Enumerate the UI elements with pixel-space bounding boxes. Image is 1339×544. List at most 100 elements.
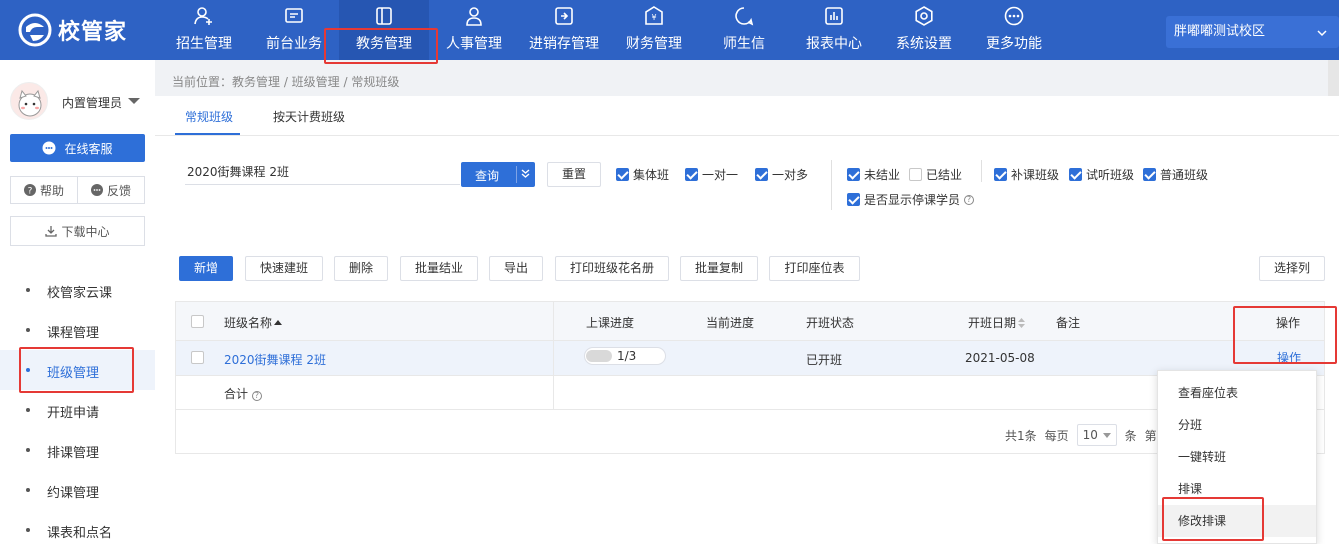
- tab-daily-billing-class[interactable]: 按天计费班级: [273, 108, 345, 125]
- download-center-button[interactable]: 下载中心: [10, 216, 145, 246]
- checkbox[interactable]: [1069, 168, 1082, 181]
- nav-finance[interactable]: ¥ 财务管理: [609, 0, 699, 60]
- campus-name: 胖嘟嘟测试校区: [1174, 24, 1266, 39]
- top-nav-bar: 校管家 招生管理 前台业务 教务管理 人事管理 进销存管理 ¥ 财务管理 师生信…: [0, 0, 1339, 60]
- checkbox[interactable]: [909, 168, 922, 181]
- progress-fill: [586, 350, 612, 362]
- nav-hr[interactable]: 人事管理: [429, 0, 519, 60]
- sort-asc-icon: [274, 320, 283, 325]
- help-icon[interactable]: ?: [251, 391, 262, 401]
- checkbox-unfinished[interactable]: 未结业: [847, 166, 900, 183]
- checkbox-normal-class[interactable]: 普通班级: [1143, 166, 1208, 183]
- checkbox[interactable]: [685, 168, 698, 181]
- checkbox-one-to-one[interactable]: 一对一: [685, 166, 738, 183]
- menu-item-one-click-transfer[interactable]: 一键转班: [1158, 441, 1316, 473]
- header-current-progress: 当前进度: [706, 316, 755, 330]
- checkbox-show-suspended[interactable]: 是否显示停课学员?: [847, 191, 975, 208]
- nav-label: 财务管理: [626, 36, 682, 52]
- checkbox-one-to-many[interactable]: 一对多: [755, 166, 808, 183]
- checkbox[interactable]: [847, 168, 860, 181]
- menu-item-assign-class[interactable]: 分班: [1158, 409, 1316, 441]
- sidebar-item-cloud-class[interactable]: 校管家云课: [0, 270, 155, 310]
- total-row: 合计 ?: [176, 376, 1324, 410]
- sidebar-item-timetable[interactable]: 课表和点名: [0, 510, 155, 544]
- sidebar-item-label: 课程管理: [47, 326, 100, 341]
- checkbox[interactable]: [616, 168, 629, 181]
- total-count: 共1条: [1005, 428, 1037, 443]
- nav-settings[interactable]: 系统设置: [879, 0, 969, 60]
- user-add-icon: [194, 7, 212, 25]
- class-name-link[interactable]: 2020街舞课程 2班: [224, 351, 326, 368]
- reset-button[interactable]: 重置: [547, 162, 601, 187]
- print-roster-button[interactable]: 打印班级花名册: [555, 256, 669, 281]
- help-icon: ?: [23, 184, 36, 196]
- sidebar-item-class-application[interactable]: 开班申请: [0, 390, 155, 430]
- delete-button[interactable]: 删除: [334, 256, 388, 281]
- help-icon[interactable]: ?: [964, 194, 975, 205]
- checkbox-trial-class[interactable]: 试听班级: [1069, 166, 1134, 183]
- checkbox-finished[interactable]: 已结业: [909, 166, 962, 183]
- export-button[interactable]: 导出: [489, 256, 543, 281]
- chevron-down-icon: [1317, 30, 1327, 37]
- avatar: [10, 82, 48, 120]
- sidebar-item-label: 校管家云课: [47, 286, 113, 301]
- user-menu[interactable]: 内置管理员: [10, 82, 150, 122]
- sidebar-item-label: 开班申请: [47, 406, 100, 421]
- menu-item-edit-schedule[interactable]: 修改排课: [1158, 505, 1316, 537]
- sidebar-item-label: 班级管理: [47, 366, 100, 381]
- menu-item-view-seat-chart[interactable]: 查看座位表: [1158, 377, 1316, 409]
- help-button[interactable]: ? 帮助: [10, 176, 78, 204]
- checkbox[interactable]: [994, 168, 1007, 181]
- sidebar-item-classes[interactable]: 班级管理: [0, 350, 155, 390]
- campus-selector[interactable]: 胖嘟嘟测试校区: [1166, 16, 1339, 48]
- query-button[interactable]: 查询: [461, 162, 535, 187]
- class-search-input[interactable]: 2020街舞课程 2班: [185, 159, 460, 185]
- nav-front-desk[interactable]: 前台业务: [249, 0, 339, 60]
- choose-columns-button[interactable]: 选择列: [1259, 256, 1325, 281]
- logo-text: 校管家: [58, 20, 128, 45]
- sidebar-item-label: 排课管理: [47, 446, 100, 461]
- online-service-label: 在线客服: [64, 141, 113, 156]
- header-status: 开班状态: [806, 316, 855, 330]
- nav-messages[interactable]: 师生信: [699, 0, 789, 60]
- sidebar-item-scheduling[interactable]: 排课管理: [0, 430, 155, 470]
- double-chevron-down-icon[interactable]: [521, 169, 530, 178]
- header-class-name[interactable]: 班级名称: [224, 314, 283, 331]
- checkbox[interactable]: [847, 193, 860, 206]
- checkbox-group-class[interactable]: 集体班: [616, 166, 669, 183]
- checkbox[interactable]: [1143, 168, 1156, 181]
- nav-academic[interactable]: 教务管理: [339, 0, 429, 60]
- checkbox[interactable]: [755, 168, 768, 181]
- nav-reports[interactable]: 报表中心: [789, 0, 879, 60]
- feedback-button[interactable]: 反馈: [77, 176, 145, 204]
- page-size-select[interactable]: 10: [1076, 424, 1117, 446]
- nav-enrollment[interactable]: 招生管理: [159, 0, 249, 60]
- sidebar: 内置管理员 在线客服 ? 帮助 反馈 下载中心 校管家云课 课程管理 班级管理 …: [0, 60, 155, 544]
- menu-item-schedule[interactable]: 排课: [1158, 473, 1316, 505]
- online-service-button[interactable]: 在线客服: [10, 134, 145, 162]
- row-checkbox[interactable]: [191, 351, 204, 364]
- status-cell: 已开班: [806, 353, 843, 367]
- add-button[interactable]: 新增: [179, 256, 233, 281]
- quick-create-class-button[interactable]: 快速建班: [245, 256, 323, 281]
- logo[interactable]: 校管家: [18, 13, 127, 47]
- tab-regular-class[interactable]: 常规班级: [185, 108, 233, 125]
- chat-icon: [42, 141, 56, 155]
- gear-icon: [915, 6, 933, 26]
- sidebar-item-booking[interactable]: 约课管理: [0, 470, 155, 510]
- logo-icon: [18, 13, 52, 47]
- sidebar-item-courses[interactable]: 课程管理: [0, 310, 155, 350]
- select-all-checkbox[interactable]: [191, 315, 204, 328]
- progress-bar: 1/3: [584, 347, 666, 365]
- batch-finish-button[interactable]: 批量结业: [400, 256, 478, 281]
- nav-more[interactable]: 更多功能: [969, 0, 1059, 60]
- table-row[interactable]: 2020街舞课程 2班 1/3 已开班 2021-05-08 操作: [176, 341, 1324, 376]
- nav-inventory[interactable]: 进销存管理: [519, 0, 609, 60]
- print-seat-chart-button[interactable]: 打印座位表: [769, 256, 860, 281]
- operation-button[interactable]: 操作: [1277, 349, 1301, 366]
- batch-copy-button[interactable]: 批量复制: [680, 256, 758, 281]
- sidebar-item-label: 约课管理: [47, 486, 100, 501]
- checkbox-makeup-class[interactable]: 补课班级: [994, 166, 1059, 183]
- header-start-date[interactable]: 开班日期: [968, 314, 1026, 331]
- nav-label: 进销存管理: [529, 36, 599, 52]
